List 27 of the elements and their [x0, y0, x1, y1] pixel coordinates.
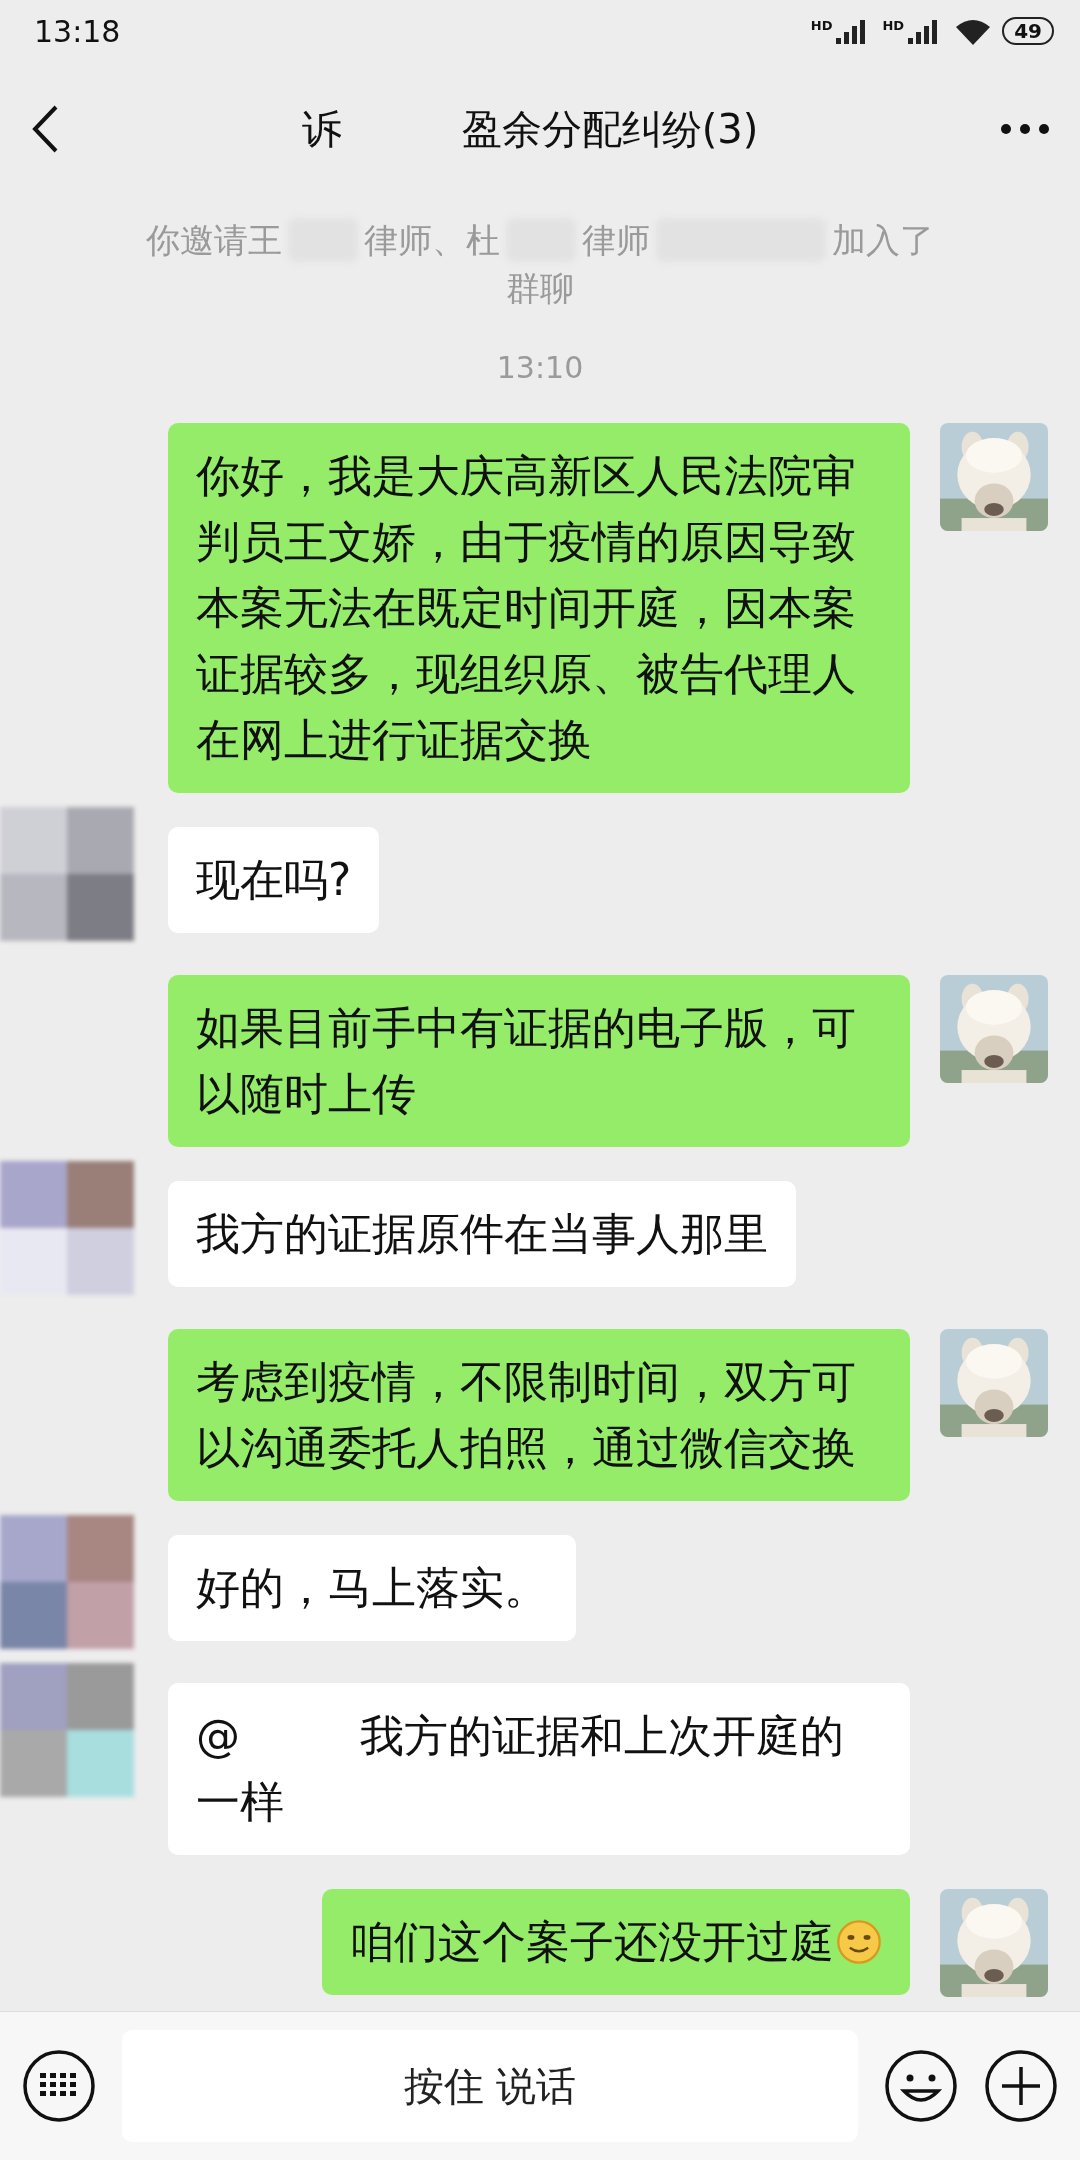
system-message: 加入了 — [832, 219, 934, 262]
timestamp: 13:10 — [495, 349, 585, 387]
message-bubble: 现在吗? — [168, 827, 380, 933]
chat-title: 盈余分配纠纷(3) — [461, 104, 759, 154]
battery-indicator: 49 — [1002, 17, 1054, 45]
system-message: 律师 — [582, 219, 650, 262]
wifi-icon — [954, 17, 993, 45]
chat-title: 诉 — [301, 104, 342, 154]
message-bubble: 我方的证据原件在当事人那里 — [168, 1181, 796, 1287]
message-bubble: 好的，马上落实。 — [168, 1535, 576, 1641]
network-label: HD — [882, 18, 905, 33]
system-message: 群聊 — [505, 267, 575, 310]
message-bubble: 如果目前手中有证据的电子版，可以随时上传 — [168, 975, 910, 1147]
system-message: 律师、杜 — [364, 219, 500, 262]
network-label: HD — [810, 18, 833, 33]
emoji-icon[interactable] — [884, 2049, 958, 2123]
message-bubble: 你好，我是大庆高新区人民法院审判员王文娇，由于疫情的原因导致本案无法在既定时间开庭，因本案证据较多，现组织原、被告代理人在网上进行证据交换 — [168, 423, 910, 793]
message-bubble: 考虑到疫情，不限制时间，双方可以沟通委托人拍照，通过微信交换 — [168, 1329, 910, 1501]
message-bubble: 咱们这个案子还没开过庭 — [322, 1889, 910, 1995]
system-message: 你邀请王 — [146, 219, 282, 262]
more-icon[interactable] — [1000, 123, 1050, 135]
back-icon[interactable] — [30, 104, 60, 154]
message-bubble: @ 我方的证据和上次开庭的一样 — [168, 1683, 910, 1855]
hold-to-talk-button[interactable]: 按住 说话 — [122, 2030, 858, 2142]
status-time: 13:18 — [34, 13, 121, 49]
plus-icon[interactable] — [984, 2049, 1058, 2123]
keyboard-icon[interactable] — [22, 2049, 96, 2123]
